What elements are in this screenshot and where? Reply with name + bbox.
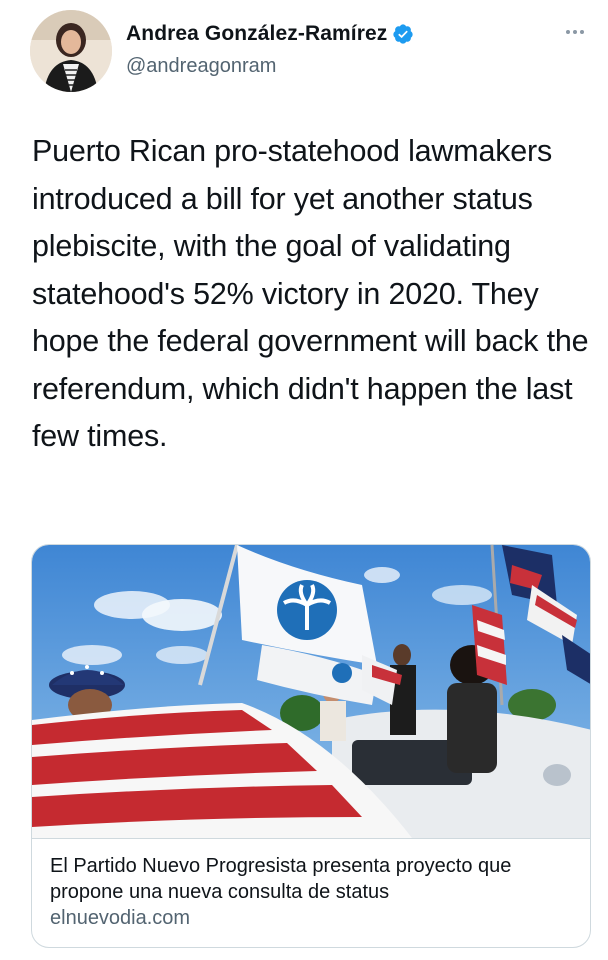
author-display-name[interactable]: Andrea González-Ramírez	[126, 22, 387, 46]
avatar[interactable]	[30, 10, 112, 92]
link-card-title[interactable]: El Partido Nuevo Progresista presenta pr…	[50, 853, 580, 905]
link-card-domain[interactable]: elnuevodia.com	[50, 907, 190, 930]
author-name-row: Andrea González-Ramírez	[126, 22, 414, 46]
tweet-header: Andrea González-Ramírez @andreagonram	[0, 0, 608, 100]
verified-badge-icon	[393, 24, 413, 44]
avatar-photo	[30, 10, 112, 92]
link-card-footer[interactable]: El Partido Nuevo Progresista presenta pr…	[32, 838, 590, 947]
tweet-text: Puerto Rican pro-statehood lawmakers int…	[32, 134, 589, 453]
link-card[interactable]: El Partido Nuevo Progresista presenta pr…	[31, 544, 591, 948]
news-photo-flags	[32, 545, 590, 838]
more-options-icon[interactable]	[566, 26, 590, 38]
link-card-image[interactable]	[32, 545, 590, 838]
author-handle[interactable]: @andreagonram	[126, 55, 276, 78]
